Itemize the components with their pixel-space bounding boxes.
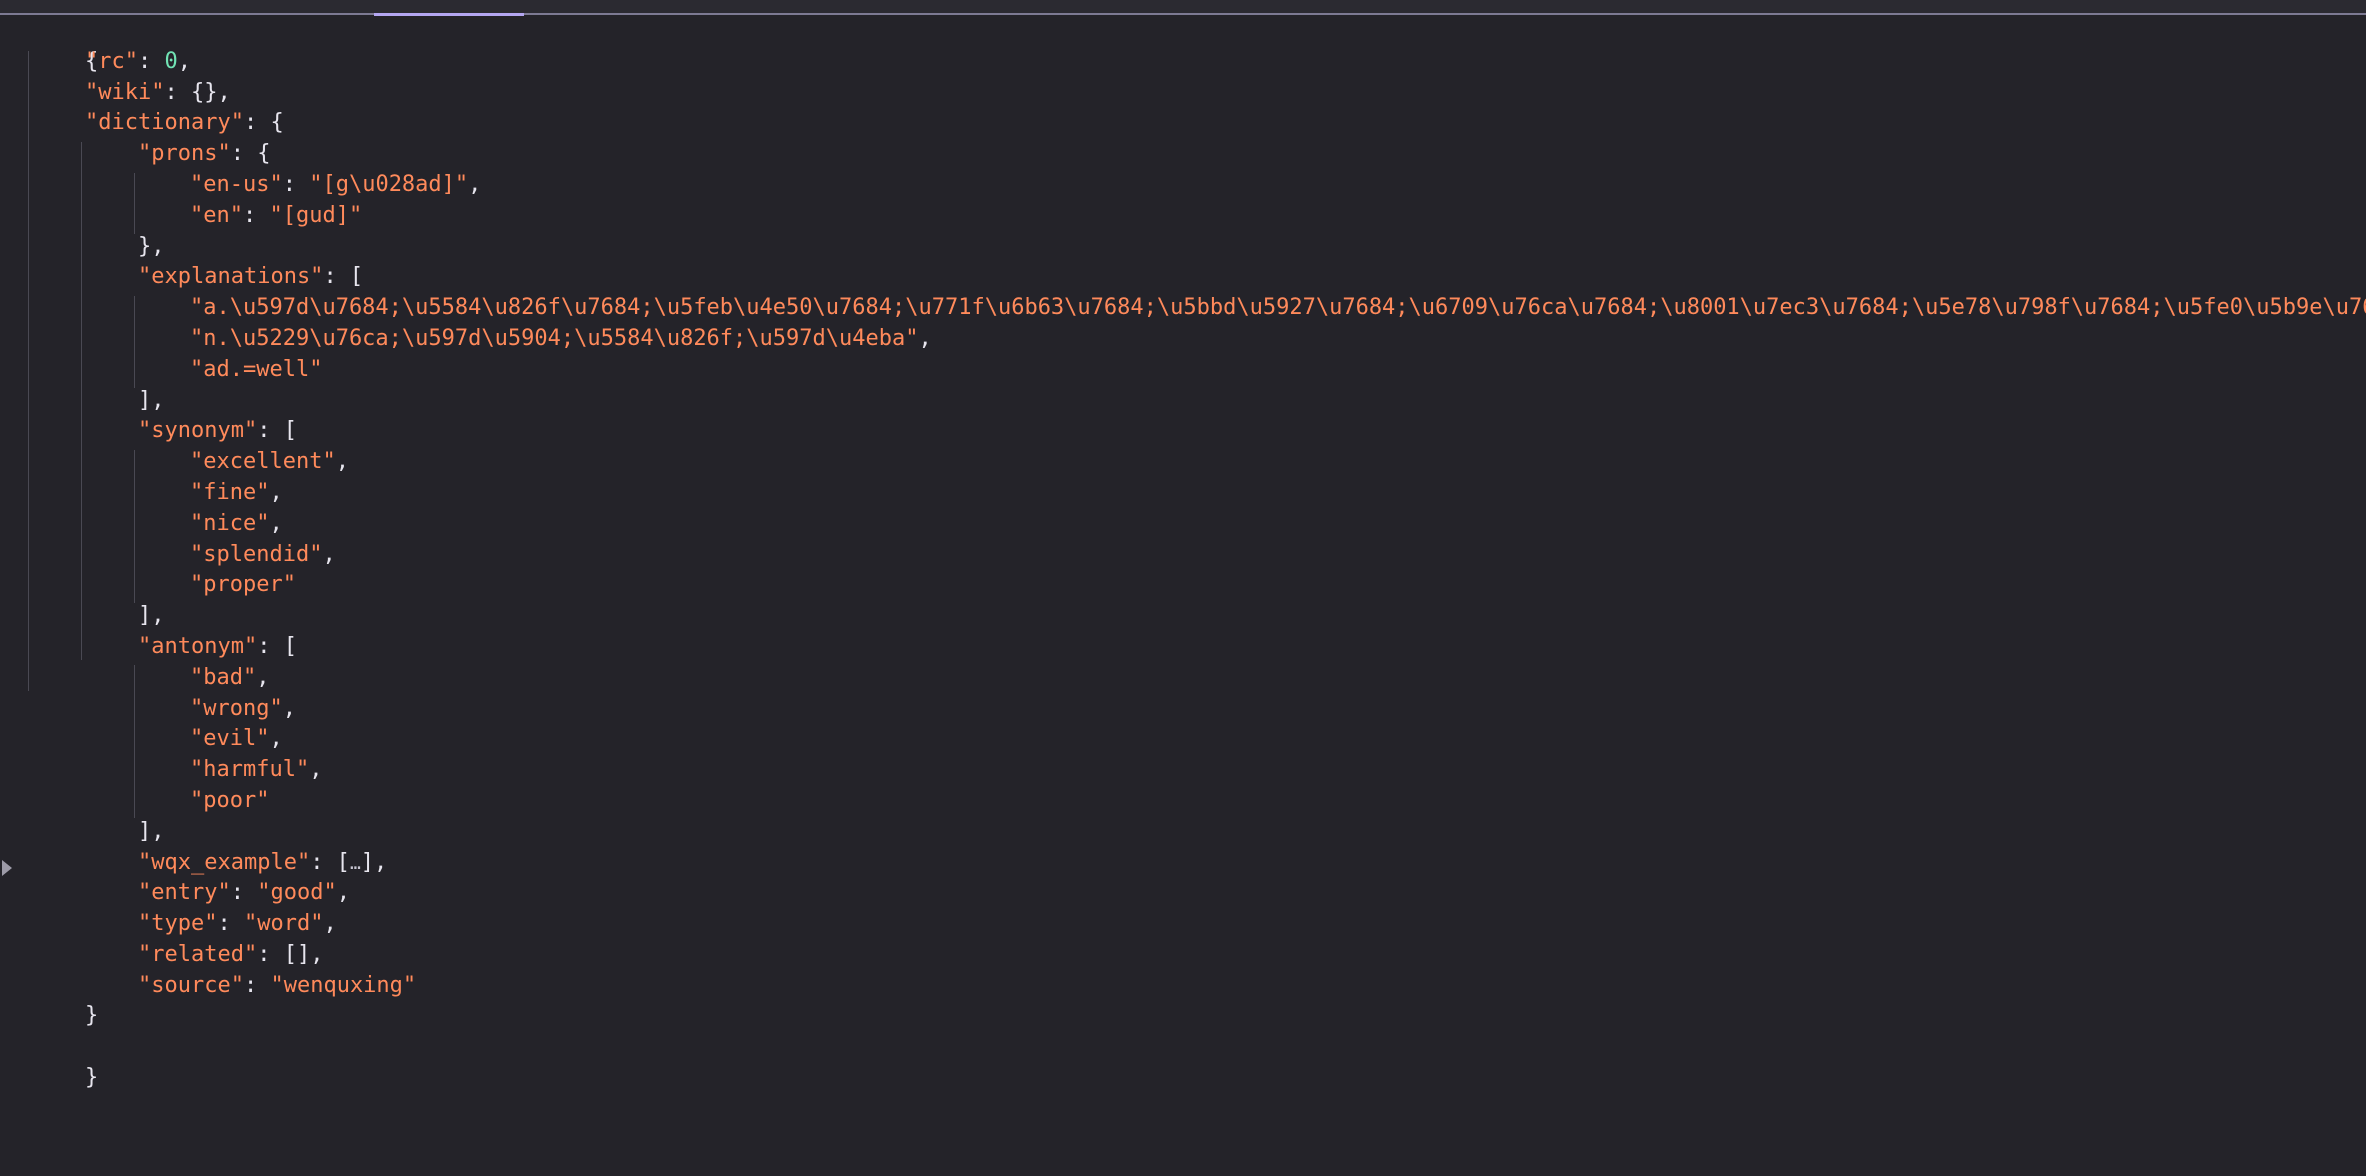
json-line-explanation-item: "n.\u5229\u76ca;\u597d\u5904;\u5584\u826…: [190, 326, 932, 351]
json-key: "wqx_example": [138, 850, 311, 875]
json-line-entry: "entry": "good",: [138, 880, 350, 905]
json-key: "prons": [138, 141, 231, 166]
json-string: "good": [257, 880, 337, 905]
json-key: "explanations": [138, 264, 324, 289]
json-line-wqx-example[interactable]: "wqx_example": […],: [138, 847, 387, 878]
json-line-source: "source": "wenquxing": [138, 973, 417, 998]
json-line-rc: "rc": 0,: [85, 49, 191, 74]
json-string: "n.\u5229\u76ca;\u597d\u5904;\u5584\u826…: [190, 326, 919, 351]
json-line-en-us: "en-us": "[g\u028ad]",: [190, 172, 482, 197]
json-line: }: [32, 1031, 98, 1090]
json-key: "wiki": [85, 80, 165, 105]
json-key: "en": [190, 203, 243, 228]
json-viewer: { "rc": 0, "wiki": {}, "dictionary": { "…: [0, 15, 2366, 1176]
json-empty-object: {}: [190, 80, 218, 105]
json-string: "wenquxing": [270, 973, 417, 998]
json-line-antonym: "antonym": [: [138, 634, 297, 659]
tab-active[interactable]: [374, 0, 524, 16]
json-key: "en-us": [190, 172, 283, 197]
json-line-explanation-item: "a.\u597d\u7684;\u5584\u826f\u7684;\u5fe…: [190, 292, 2366, 323]
json-line: {: [32, 15, 98, 74]
indent-guide: [134, 296, 135, 388]
json-line: }: [85, 1003, 99, 1028]
json-empty-array: []: [283, 942, 311, 967]
json-key: "source": [138, 973, 244, 998]
json-line-antonym-item: "poor": [190, 785, 269, 816]
json-string: "bad": [190, 665, 257, 690]
json-string: "nice": [190, 511, 270, 536]
close-brace: }: [84, 1065, 99, 1090]
json-line: ],: [138, 819, 165, 844]
tab-partial[interactable]: [163, 0, 169, 2]
json-key: "entry": [138, 880, 231, 905]
indent-guide: [134, 173, 135, 234]
json-line-synonym-item: "splendid",: [190, 542, 336, 567]
json-string: "wrong": [190, 696, 283, 721]
json-string: "[g\u028ad]": [309, 172, 469, 197]
json-line-synonym-item: "nice",: [190, 511, 283, 536]
json-key: "rc": [85, 49, 138, 74]
collapsed-ellipsis[interactable]: …: [350, 853, 361, 874]
json-line-dictionary: "dictionary": {: [85, 110, 284, 135]
json-key: "antonym": [138, 634, 258, 659]
json-string: "fine": [190, 480, 270, 505]
json-line: ],: [138, 388, 165, 413]
json-line-synonym-item: "fine",: [190, 480, 283, 505]
json-string: "excellent": [190, 449, 336, 474]
json-line: },: [138, 234, 165, 259]
json-string: "evil": [190, 726, 270, 751]
json-line-synonym-item: "excellent",: [190, 449, 349, 474]
indent-guide: [81, 142, 82, 660]
json-line-type: "type": "word",: [138, 911, 337, 936]
json-line-antonym-item: "evil",: [190, 726, 283, 751]
json-number: 0: [164, 49, 178, 74]
tab-strip: [0, 0, 2366, 16]
json-line: ],: [138, 603, 165, 628]
json-line-synonym-item: "proper": [190, 569, 296, 600]
json-line-related: "related": [],: [138, 942, 324, 967]
json-key: "dictionary": [85, 110, 244, 135]
json-string: "harmful": [190, 757, 310, 782]
indent-guide: [134, 665, 135, 818]
json-string: "poor": [190, 788, 270, 813]
json-string: "[gud]": [269, 203, 363, 228]
json-line-antonym-item: "harmful",: [190, 757, 323, 782]
json-line-explanations: "explanations": [: [138, 264, 364, 289]
json-key: "type": [138, 911, 218, 936]
indent-guide: [134, 450, 135, 603]
tab-partial[interactable]: [736, 0, 742, 2]
json-string: "word": [243, 911, 324, 936]
json-line-explanation-item: "ad.=well": [190, 354, 322, 385]
json-key: "synonym": [138, 418, 258, 443]
expand-toggle-icon[interactable]: [2, 860, 12, 876]
json-line-en: "en": "[gud]": [190, 203, 363, 228]
json-string: "a.\u597d\u7684;\u5584\u826f\u7684;\u5fe…: [190, 295, 2366, 320]
json-string: "ad.=well": [190, 357, 323, 382]
json-line-antonym-item: "bad",: [190, 665, 270, 690]
json-line-prons: "prons": {: [138, 141, 271, 166]
json-string: "proper": [190, 572, 296, 597]
json-line-antonym-item: "wrong",: [190, 696, 296, 721]
json-line-wiki: "wiki": {},: [85, 80, 231, 105]
json-key: "related": [138, 942, 258, 967]
json-string: "splendid": [190, 542, 323, 567]
json-line-synonym: "synonym": [: [138, 418, 297, 443]
indent-guide: [28, 51, 29, 691]
